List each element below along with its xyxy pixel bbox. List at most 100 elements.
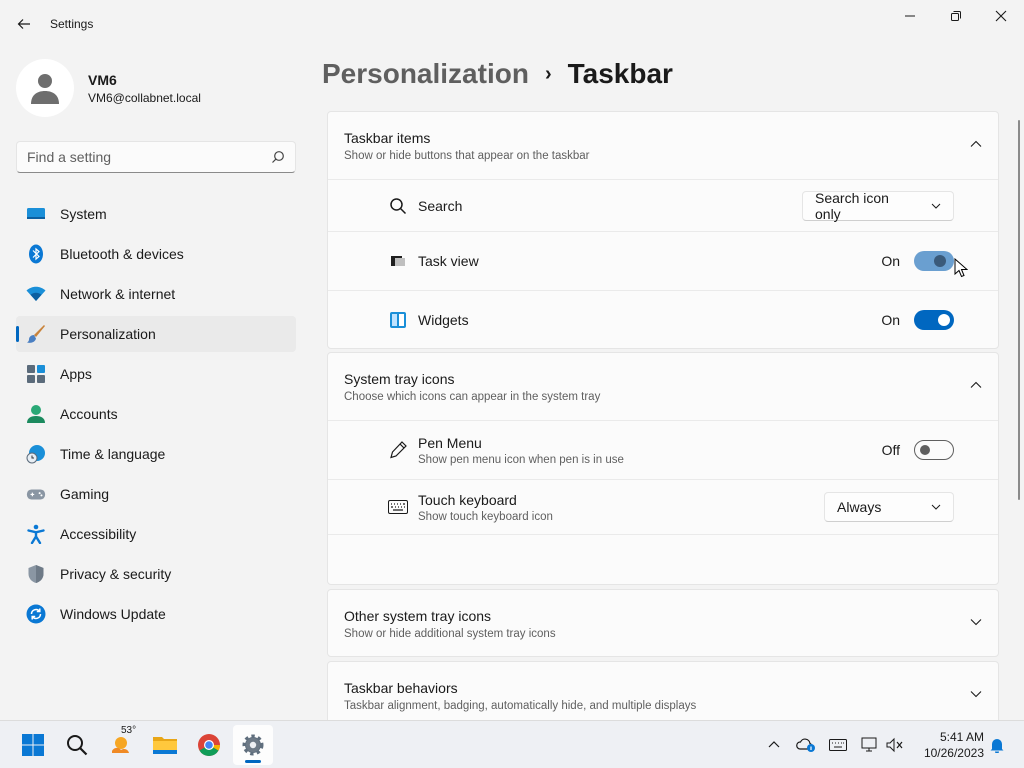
shield-icon xyxy=(26,564,46,584)
dropdown-value: Always xyxy=(837,499,882,515)
system-tray-section: System tray icons Choose which icons can… xyxy=(327,352,999,585)
start-button[interactable] xyxy=(13,725,53,765)
windows-logo-icon xyxy=(22,734,44,756)
taskbar-behaviors-header[interactable]: Taskbar behaviors Taskbar alignment, bad… xyxy=(328,662,998,729)
search-icon xyxy=(67,735,88,756)
search-icon xyxy=(272,151,284,163)
sidebar-item-label: Network & internet xyxy=(60,286,176,302)
user-profile[interactable]: VM6 VM6@collabnet.local xyxy=(16,58,201,118)
update-icon xyxy=(26,604,46,624)
user-name: VM6 xyxy=(88,71,117,88)
section-title: Other system tray icons xyxy=(344,608,492,624)
volume-tray-button[interactable] xyxy=(885,735,905,755)
sidebar-item-label: System xyxy=(60,206,107,222)
file-explorer-button[interactable] xyxy=(145,725,185,765)
bluetooth-icon xyxy=(26,244,46,264)
monitor-icon xyxy=(26,204,46,224)
scrollbar[interactable] xyxy=(1018,120,1020,500)
chevron-down-icon xyxy=(931,504,941,510)
section-description: Choose which icons can appear in the sys… xyxy=(344,391,601,403)
settings-taskbar-button[interactable] xyxy=(233,725,273,765)
section-description: Show or hide buttons that appear on the … xyxy=(344,150,590,162)
widgets-setting-row: Widgets On xyxy=(328,290,998,349)
sidebar-item-label: Bluetooth & devices xyxy=(60,246,184,262)
user-email: VM6@collabnet.local xyxy=(88,90,201,105)
toggle-state-text: On xyxy=(881,312,900,328)
brush-icon xyxy=(26,324,46,344)
chevron-up-icon xyxy=(970,140,982,147)
chevron-up-icon xyxy=(768,741,780,748)
task-view-icon xyxy=(388,251,408,271)
minimize-button[interactable] xyxy=(887,0,933,32)
sidebar-item-network[interactable]: Network & internet xyxy=(16,276,296,312)
taskbar-items-header[interactable]: Taskbar items Show or hide buttons that … xyxy=(328,112,998,179)
notifications-button[interactable] xyxy=(987,735,1007,755)
task-view-toggle[interactable] xyxy=(914,251,954,271)
globe-clock-icon xyxy=(26,444,46,464)
task-view-setting-row: Task view On xyxy=(328,231,998,290)
cloud-info-icon xyxy=(796,738,815,752)
sidebar-item-windows-update[interactable]: Windows Update xyxy=(16,596,296,632)
network-tray-button[interactable] xyxy=(860,735,880,755)
search-box[interactable] xyxy=(16,141,296,173)
chrome-button[interactable] xyxy=(189,725,229,765)
chevron-down-icon xyxy=(931,203,941,209)
sidebar-item-bluetooth[interactable]: Bluetooth & devices xyxy=(16,236,296,272)
sidebar-item-privacy[interactable]: Privacy & security xyxy=(16,556,296,592)
widgets-toggle[interactable] xyxy=(914,310,954,330)
weather-temperature: 53° xyxy=(121,725,137,736)
taskbar-search-button[interactable] xyxy=(57,725,97,765)
sidebar-item-label: Accounts xyxy=(60,406,118,422)
search-icon xyxy=(388,196,408,216)
section-title: Taskbar behaviors xyxy=(344,680,458,696)
sidebar-item-accessibility[interactable]: Accessibility xyxy=(16,516,296,552)
other-tray-icons-section[interactable]: Other system tray icons Show or hide add… xyxy=(327,589,999,657)
sidebar-item-time-language[interactable]: Time & language xyxy=(16,436,296,472)
app-title: Settings xyxy=(50,17,94,31)
touch-keyboard-tray-button[interactable] xyxy=(828,735,848,755)
maximize-button[interactable] xyxy=(933,0,979,32)
search-mode-dropdown[interactable]: Search icon only xyxy=(802,190,954,222)
minimize-icon xyxy=(905,15,915,17)
apps-icon xyxy=(26,364,46,384)
sidebar-item-label: Time & language xyxy=(60,446,166,462)
keyboard-icon xyxy=(388,497,408,517)
onedrive-tray-button[interactable] xyxy=(796,735,816,755)
system-tray-header[interactable]: System tray icons Choose which icons can… xyxy=(328,353,998,420)
mouse-cursor-icon xyxy=(954,258,968,278)
setting-label: Touch keyboard xyxy=(418,491,517,508)
show-hidden-icons-button[interactable] xyxy=(764,735,784,755)
breadcrumb-parent[interactable]: Personalization xyxy=(322,58,529,90)
section-description: Show or hide additional system tray icon… xyxy=(344,628,556,640)
search-setting-row: Search Search icon only xyxy=(328,179,998,231)
accessibility-icon xyxy=(26,524,46,544)
sidebar-item-personalization[interactable]: Personalization xyxy=(16,316,296,352)
sidebar-item-system[interactable]: System xyxy=(16,196,296,232)
other-tray-icons-header[interactable]: Other system tray icons Show or hide add… xyxy=(328,590,998,657)
system-tray-empty-row xyxy=(328,534,998,585)
person-avatar-icon xyxy=(31,74,59,104)
weather-widget-button[interactable]: 53° xyxy=(101,725,141,765)
touch-keyboard-dropdown[interactable]: Always xyxy=(824,492,954,522)
back-button[interactable] xyxy=(10,10,38,38)
setting-description: Show pen menu icon when pen is in use xyxy=(418,453,624,466)
section-title: Taskbar items xyxy=(344,130,431,146)
sidebar-item-apps[interactable]: Apps xyxy=(16,356,296,392)
breadcrumb: Personalization › Taskbar xyxy=(322,58,673,90)
close-button[interactable] xyxy=(978,0,1024,32)
setting-description: Show touch keyboard icon xyxy=(418,510,553,523)
sidebar-item-gaming[interactable]: Gaming xyxy=(16,476,296,512)
taskbar-behaviors-section[interactable]: Taskbar behaviors Taskbar alignment, bad… xyxy=(327,661,999,729)
close-icon xyxy=(995,10,1007,22)
sidebar-item-accounts[interactable]: Accounts xyxy=(16,396,296,432)
chevron-down-icon xyxy=(970,691,982,698)
windows-taskbar: 53° 5:41 AM 10/26/2023 xyxy=(0,720,1024,768)
pen-menu-toggle[interactable] xyxy=(914,440,954,460)
gear-icon xyxy=(242,734,264,756)
network-monitor-icon xyxy=(861,737,877,752)
taskbar-items-section: Taskbar items Show or hide buttons that … xyxy=(327,111,999,349)
widgets-icon xyxy=(388,310,408,330)
taskbar-clock[interactable]: 5:41 AM 10/26/2023 xyxy=(912,729,984,761)
search-input[interactable] xyxy=(27,149,257,165)
sidebar-item-label: Gaming xyxy=(60,486,110,502)
